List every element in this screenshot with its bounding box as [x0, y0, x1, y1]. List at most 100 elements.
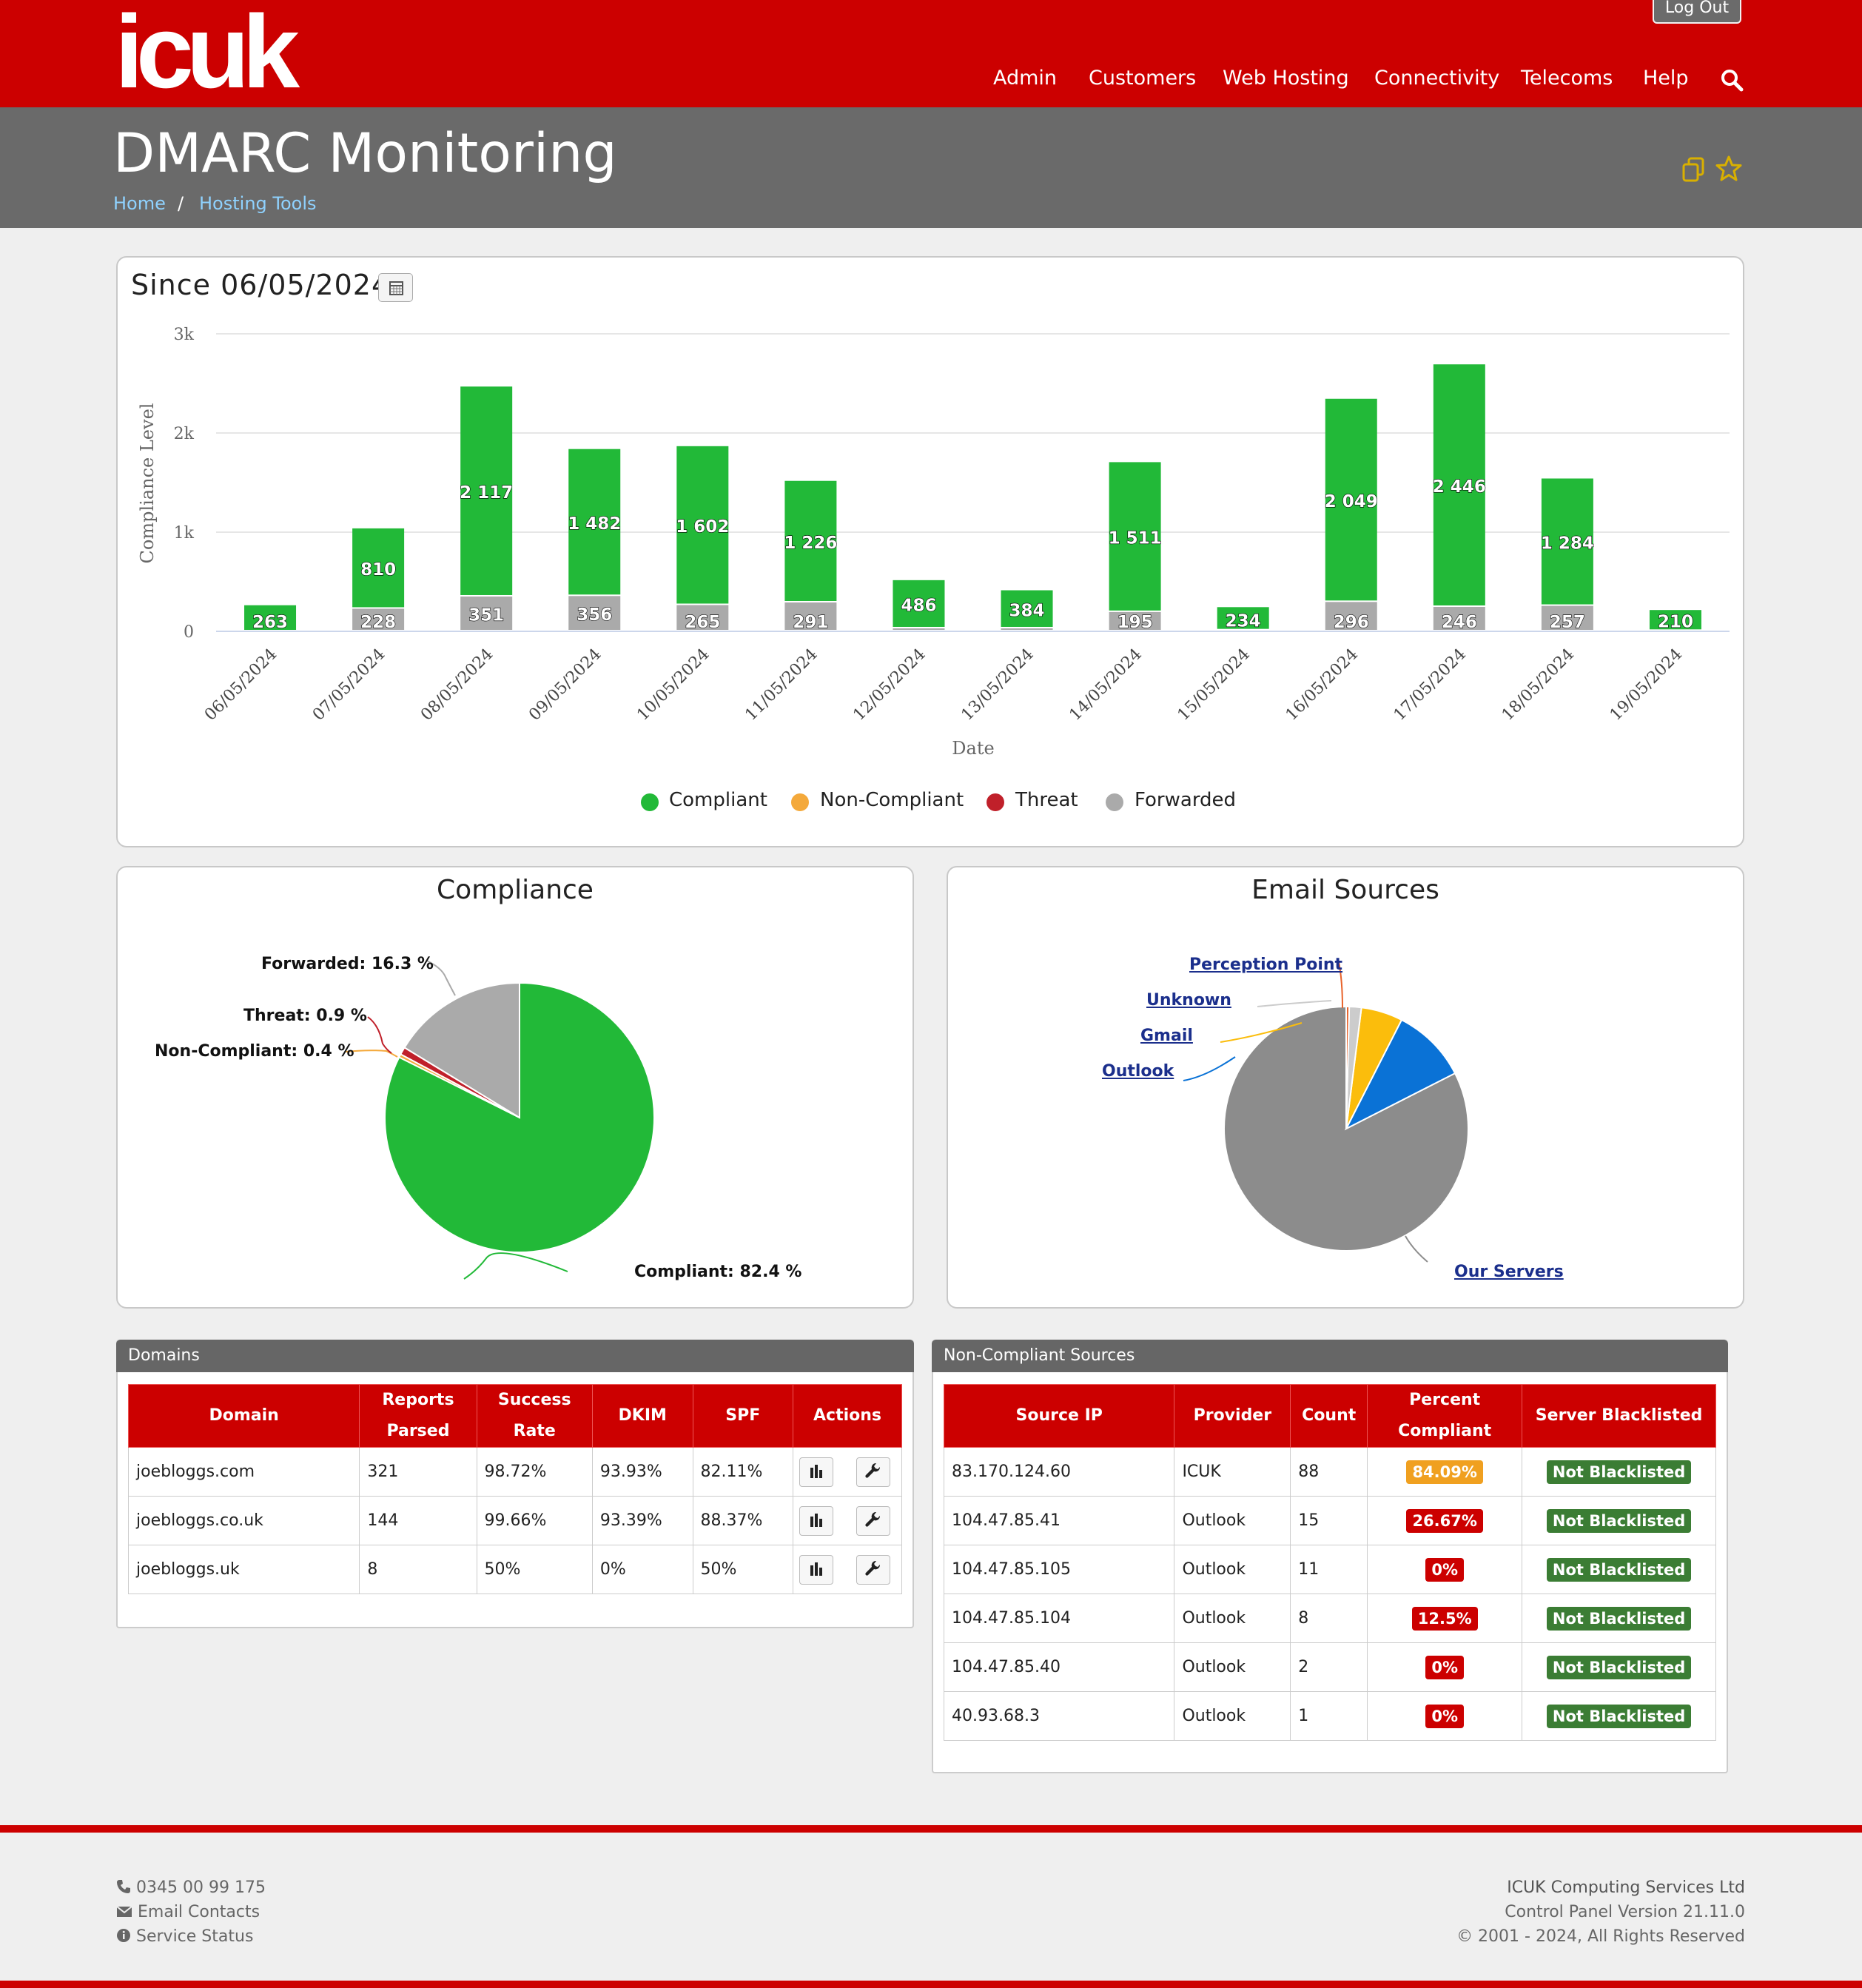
source-link-gmail[interactable]: Gmail: [1140, 1027, 1193, 1045]
compliance-bar-chart: 0 1k 2k 3k Compliance Level Date 263 06/05/2024…: [137, 326, 1730, 759]
spf-cell: 88.37%: [692, 1496, 794, 1545]
dkim-cell: 93.39%: [591, 1496, 693, 1545]
blacklist-status-badge: Not Blacklisted: [1546, 1460, 1692, 1484]
domain-cell[interactable]: joebloggs.uk: [127, 1545, 360, 1594]
blacklist-cell: Not Blacklisted: [1522, 1691, 1716, 1741]
percent-badge: 0%: [1425, 1557, 1464, 1582]
col-server-blacklisted[interactable]: Server Blacklisted: [1522, 1384, 1716, 1448]
footer-phone[interactable]: 0345 00 99 175: [116, 1878, 266, 1897]
legend-threat[interactable]: Threat: [1015, 789, 1078, 811]
source-link-our-servers[interactable]: Our Servers: [1454, 1263, 1564, 1281]
view-stats-button[interactable]: [799, 1505, 834, 1536]
col-source-ip[interactable]: Source IP: [943, 1384, 1175, 1448]
bar-forwarded[interactable]: [893, 628, 945, 630]
col-count[interactable]: Count: [1290, 1384, 1368, 1448]
x-tick-label: 12/05/2024: [850, 645, 929, 725]
footer-divider: [0, 1825, 1862, 1833]
col-actions[interactable]: Actions: [793, 1384, 902, 1448]
reports-cell: 8: [359, 1545, 477, 1594]
col-spf[interactable]: SPF: [692, 1384, 794, 1448]
settings-button[interactable]: [856, 1505, 891, 1536]
blacklist-cell: Not Blacklisted: [1522, 1496, 1716, 1545]
source-link-outlook[interactable]: Outlook: [1102, 1062, 1174, 1081]
actions-cell: [793, 1447, 902, 1497]
col-percent-compliant[interactable]: Percent Compliant: [1367, 1384, 1523, 1448]
provider-cell: Outlook: [1174, 1691, 1291, 1741]
logout-button[interactable]: Log Out: [1653, 0, 1741, 24]
bar-data-label: 228: [360, 613, 396, 632]
svg-text:icuk: icuk: [115, 10, 300, 95]
footer-email-contacts[interactable]: Email Contacts: [116, 1903, 260, 1921]
col-reports-parsed[interactable]: Reports Parsed: [359, 1384, 477, 1448]
x-tick-label: 09/05/2024: [525, 645, 605, 725]
view-stats-button[interactable]: [799, 1554, 834, 1585]
blacklist-status-badge: Not Blacklisted: [1546, 1508, 1692, 1533]
nav-telecoms[interactable]: Telecoms: [1521, 67, 1613, 90]
nav-connectivity[interactable]: Connectivity: [1374, 67, 1499, 90]
bar-data-label: 234: [1226, 612, 1261, 631]
footer-version: Control Panel Version 21.11.0: [1505, 1903, 1745, 1921]
settings-button[interactable]: [856, 1457, 891, 1487]
bar-data-label: 1 602: [676, 517, 729, 537]
nav-customers[interactable]: Customers: [1089, 67, 1196, 90]
email-sources-pie-title: Email Sources: [1251, 875, 1439, 905]
legend-non-compliant[interactable]: Non-Compliant: [820, 789, 964, 811]
view-stats-button[interactable]: [799, 1457, 834, 1487]
search-icon[interactable]: [1720, 68, 1744, 92]
source-link-perception-point[interactable]: Perception Point: [1189, 956, 1342, 974]
count-cell: 8: [1290, 1594, 1368, 1643]
col-success-rate[interactable]: Success Rate: [476, 1384, 593, 1448]
x-tick-label: 07/05/2024: [309, 645, 389, 725]
x-tick-label: 16/05/2024: [1283, 645, 1362, 725]
table-row: joebloggs.uk 8 50% 0% 50%: [127, 1545, 902, 1594]
nav-web-hosting[interactable]: Web Hosting: [1223, 67, 1349, 90]
legend-compliant[interactable]: Compliant: [669, 789, 767, 811]
legend-forwarded[interactable]: Forwarded: [1135, 789, 1236, 811]
source-link-unknown[interactable]: Unknown: [1146, 991, 1231, 1010]
spf-cell: 50%: [692, 1545, 794, 1594]
bar-data-label: 384: [1009, 601, 1045, 620]
blacklist-cell: Not Blacklisted: [1522, 1594, 1716, 1643]
noncompliant-table: Source IP Provider Count Percent Complia…: [943, 1384, 1716, 1741]
bar-chart-icon: [810, 1513, 823, 1527]
pie-label-forwarded: Forwarded: 16.3 %: [261, 955, 434, 973]
pie-connector-outlook: [1183, 1056, 1236, 1081]
bar-data-label: 486: [901, 596, 936, 615]
y-tick-label: 3k: [174, 326, 195, 344]
breadcrumb-hosting-tools[interactable]: Hosting Tools: [199, 193, 317, 214]
percent-cell: 0%: [1367, 1691, 1523, 1741]
source-ip-cell: 104.47.85.40: [943, 1642, 1175, 1692]
table-row: 83.170.124.60 ICUK 88 84.09% Not Blacklisted: [943, 1447, 1716, 1497]
domain-cell[interactable]: joebloggs.com: [127, 1447, 360, 1497]
actions-cell: [793, 1545, 902, 1594]
percent-cell: 12.5%: [1367, 1594, 1523, 1643]
x-tick-label: 08/05/2024: [417, 645, 497, 725]
domain-cell[interactable]: joebloggs.co.uk: [127, 1496, 360, 1545]
date-picker-button[interactable]: [378, 273, 413, 302]
footer-status-text: Service Status: [136, 1927, 254, 1946]
nav-admin[interactable]: Admin: [993, 67, 1057, 90]
reports-cell: 144: [359, 1496, 477, 1545]
bar-forwarded[interactable]: [1001, 628, 1053, 630]
favourite-star-icon[interactable]: [1715, 155, 1742, 182]
breadcrumb-home[interactable]: Home: [113, 193, 166, 214]
col-dkim[interactable]: DKIM: [591, 1384, 693, 1448]
copy-icon[interactable]: [1681, 157, 1705, 182]
domains-panel-title: Domains: [116, 1340, 914, 1372]
blacklist-cell: Not Blacklisted: [1522, 1447, 1716, 1497]
percent-badge: 84.09%: [1406, 1460, 1483, 1484]
settings-button[interactable]: [856, 1554, 891, 1585]
icuk-logo[interactable]: icuk: [115, 10, 329, 95]
col-provider[interactable]: Provider: [1174, 1384, 1291, 1448]
col-domain[interactable]: Domain: [127, 1384, 360, 1448]
bar-data-label: 356: [577, 605, 612, 625]
footer-service-status[interactable]: Service Status: [116, 1927, 253, 1946]
phone-icon: [117, 1880, 130, 1893]
table-row: 104.47.85.104 Outlook 8 12.5% Not Blackliste…: [943, 1594, 1716, 1643]
y-tick-label: 1k: [174, 524, 195, 543]
noncompliant-panel-title: Non-Compliant Sources: [932, 1340, 1728, 1372]
blacklist-status-badge: Not Blacklisted: [1546, 1606, 1692, 1631]
nav-help[interactable]: Help: [1643, 67, 1689, 90]
email-sources-pie-chart: [1183, 961, 1469, 1263]
wrench-icon: [865, 1511, 881, 1527]
